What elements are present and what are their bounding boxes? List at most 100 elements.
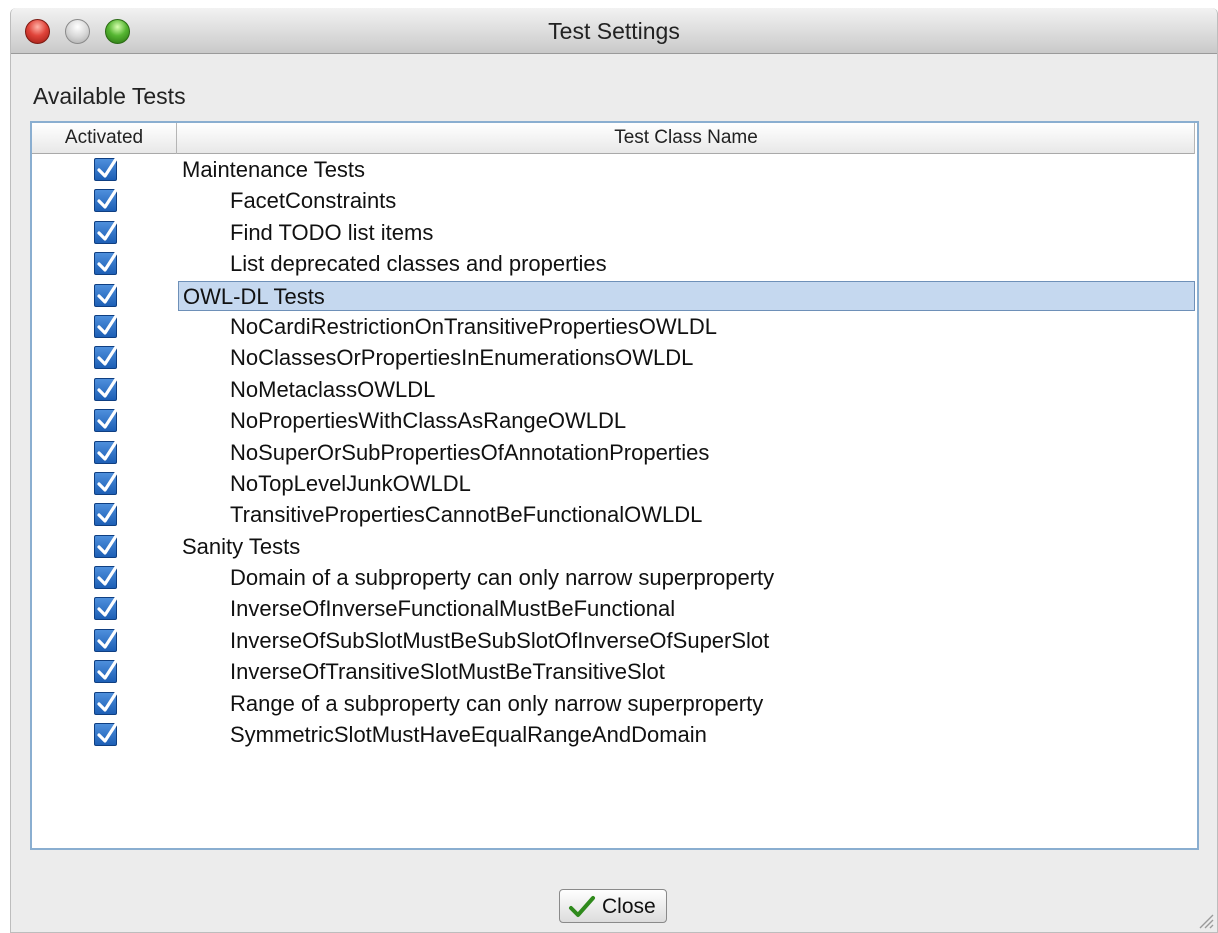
checkmark-icon [97, 659, 118, 680]
table-body: Maintenance Tests FacetConstraints Find TO… [32, 155, 1195, 751]
activated-checkbox[interactable] [94, 502, 118, 527]
table-row[interactable]: NoPropertiesWithClassAsRangeOWLDL [32, 406, 1195, 437]
test-settings-window: Test Settings Available Tests Activated … [10, 8, 1218, 933]
checkmark-icon [97, 251, 118, 272]
table-row[interactable]: NoMetaclassOWLDL [32, 375, 1195, 406]
table-row[interactable]: InverseOfInverseFunctionalMustBeFunction… [32, 594, 1195, 625]
table-row[interactable]: NoCardiRestrictionOnTransitiveProperties… [32, 312, 1195, 343]
close-button[interactable]: Close [559, 889, 667, 923]
checkmark-icon [97, 565, 118, 586]
activated-cell [32, 657, 177, 688]
table-header: Activated Test Class Name [32, 123, 1195, 154]
activated-checkbox[interactable] [94, 534, 118, 558]
table-row[interactable]: TransitivePropertiesCannotBeFunctionalOW… [32, 500, 1195, 531]
activated-cell [32, 563, 177, 594]
activated-checkbox[interactable] [94, 220, 118, 244]
activated-cell [32, 438, 177, 469]
close-button-label: Close [602, 895, 656, 918]
activated-checkbox[interactable] [94, 314, 118, 338]
checkmark-icon [97, 157, 118, 178]
checkmark-icon [97, 471, 118, 492]
activated-checkbox[interactable] [94, 157, 118, 181]
activated-cell [32, 312, 177, 343]
activated-cell [32, 594, 177, 625]
activated-cell [32, 186, 177, 217]
checkmark-icon [97, 691, 118, 712]
table-row[interactable]: NoClassesOrPropertiesInEnumerationsOWLDL [32, 343, 1195, 374]
checkmark-icon [97, 722, 118, 743]
test-class-name: Domain of a subproperty can only narrow … [230, 565, 775, 591]
test-class-name: InverseOfInverseFunctionalMustBeFunction… [230, 596, 676, 622]
test-class-name: InverseOfTransitiveSlotMustBeTransitiveS… [230, 659, 665, 685]
activated-cell [32, 626, 177, 657]
test-class-name: NoMetaclassOWLDL [230, 376, 436, 402]
activated-cell [32, 689, 177, 720]
activated-cell [32, 155, 177, 186]
activated-cell [32, 532, 177, 563]
checkmark-icon [97, 534, 118, 555]
activated-checkbox[interactable] [94, 251, 118, 276]
table-row[interactable]: Maintenance Tests [32, 155, 1195, 186]
column-header-test-class-name[interactable]: Test Class Name [178, 123, 1195, 154]
test-group-name: Sanity Tests [182, 533, 301, 559]
checkmark-icon [97, 314, 118, 335]
activated-checkbox[interactable] [94, 628, 118, 652]
table-row[interactable]: FacetConstraints [32, 186, 1195, 217]
activated-checkbox[interactable] [94, 659, 118, 684]
activated-cell [32, 469, 177, 500]
title-bar[interactable]: Test Settings [11, 8, 1217, 54]
checkmark-icon [97, 502, 118, 523]
available-tests-label: Available Tests [33, 83, 186, 109]
test-class-name: FacetConstraints [230, 188, 397, 214]
activated-cell [32, 375, 177, 406]
activated-checkbox[interactable] [94, 596, 118, 621]
checkmark-icon [97, 282, 118, 304]
table-row[interactable]: InverseOfSubSlotMustBeSubSlotOfInverseOf… [32, 626, 1195, 657]
activated-cell [32, 281, 177, 312]
test-class-name: NoClassesOrPropertiesInEnumerationsOWLDL [230, 345, 694, 371]
test-class-name: NoCardiRestrictionOnTransitiveProperties… [230, 313, 718, 339]
test-class-name: Range of a subproperty can only narrow s… [230, 690, 764, 716]
activated-checkbox[interactable] [94, 439, 118, 464]
table-row[interactable]: NoSuperOrSubPropertiesOfAnnotationProper… [32, 438, 1195, 469]
activated-checkbox[interactable] [94, 345, 118, 370]
activated-cell [32, 406, 177, 437]
tests-table[interactable]: Activated Test Class Name Maintenance Te… [30, 121, 1199, 850]
test-class-name: Find TODO list items [230, 219, 434, 245]
test-class-name: NoTopLevelJunkOWLDL [230, 470, 471, 496]
activated-checkbox[interactable] [94, 377, 118, 401]
activated-checkbox[interactable] [94, 565, 118, 590]
checkmark-icon [97, 188, 118, 209]
column-header-activated[interactable]: Activated [32, 123, 177, 154]
checkmark-icon [97, 345, 118, 366]
activated-cell [32, 249, 177, 280]
table-row[interactable]: SymmetricSlotMustHaveEqualRangeAndDomain [32, 720, 1195, 751]
table-row[interactable]: List deprecated classes and properties [32, 249, 1195, 280]
test-class-name: NoSuperOrSubPropertiesOfAnnotationProper… [230, 439, 710, 465]
table-row[interactable]: NoTopLevelJunkOWLDL [32, 469, 1195, 500]
activated-cell [32, 218, 177, 249]
test-class-name: SymmetricSlotMustHaveEqualRangeAndDomain [230, 722, 707, 748]
checkmark-icon [97, 628, 118, 649]
table-row[interactable]: Domain of a subproperty can only narrow … [32, 563, 1195, 594]
activated-cell [32, 720, 177, 751]
window-title: Test Settings [548, 18, 680, 44]
table-row[interactable]: Range of a subproperty can only narrow s… [32, 689, 1195, 720]
activated-cell [32, 500, 177, 531]
activated-checkbox[interactable] [94, 282, 118, 307]
checkmark-icon [97, 439, 118, 461]
test-group-name: OWL-DL Tests [178, 280, 1195, 311]
table-row[interactable]: InverseOfTransitiveSlotMustBeTransitiveS… [32, 657, 1195, 688]
activated-cell [32, 343, 177, 374]
test-class-name: NoPropertiesWithClassAsRangeOWLDL [230, 408, 627, 434]
activated-checkbox[interactable] [94, 722, 118, 747]
table-row[interactable]: Find TODO list items [32, 218, 1195, 249]
activated-checkbox[interactable] [94, 691, 118, 715]
table-row[interactable]: OWL-DL Tests [32, 280, 1195, 312]
table-row[interactable]: Sanity Tests [32, 532, 1195, 563]
activated-checkbox[interactable] [94, 471, 118, 495]
resize-grip-icon[interactable] [1194, 909, 1214, 929]
activated-checkbox[interactable] [94, 188, 118, 213]
activated-checkbox[interactable] [94, 408, 118, 433]
test-class-name: List deprecated classes and properties [230, 251, 607, 277]
